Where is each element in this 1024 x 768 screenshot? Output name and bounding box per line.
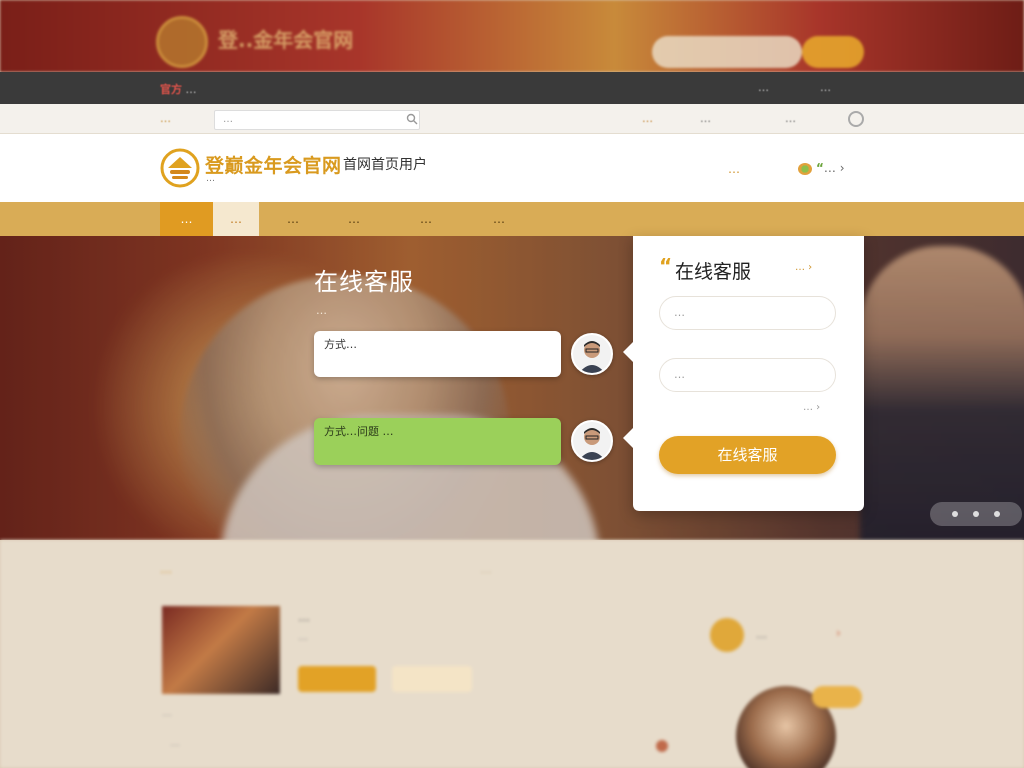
settings-icon[interactable] [848,111,864,127]
panel-title: 在线客服 [675,261,752,283]
utility-bar: … … … … … [0,104,1024,134]
article-line: … [170,738,180,749]
user-avatar [571,420,613,462]
banner-search-button[interactable] [802,36,864,68]
article-title[interactable]: … [298,610,310,624]
announcement-text: 官方 … [160,81,197,97]
panel-link[interactable]: … › [795,262,812,273]
banner-search-input[interactable] [652,36,802,68]
site-search-input[interactable]: … [214,110,420,130]
article-secondary-button[interactable] [392,666,472,692]
article-caption: … [162,708,172,719]
more-link-label: … [803,402,813,413]
util-link-1[interactable]: … [642,112,653,125]
nav-tab-3[interactable]: … [268,202,318,236]
chat-message-user: 方式…问题 … [314,418,561,465]
panel-link-label: … [795,262,805,273]
header-link-2[interactable]: “… › [816,161,845,175]
brand-logo-icon[interactable] [160,148,200,188]
nav-tab-6[interactable]: … [470,202,528,236]
section-title: … [160,562,172,576]
quote-icon: “ [659,254,673,278]
nav-tab-2[interactable]: … [213,202,259,236]
top-banner: 登..金年会官网 [0,0,1024,72]
support-panel: “ 在线客服 … › … … … › 在线客服 [623,236,864,511]
top-link-1[interactable]: … [758,81,769,94]
brand-suffix: 首网首页用户 [343,157,427,173]
nav-tab-5[interactable]: … [398,202,454,236]
hero-subtitle: … [316,304,327,317]
agent-avatar [571,333,613,375]
chevron-right-icon[interactable]: › [836,626,841,640]
header-link-1[interactable]: … [728,162,740,176]
panel-input-2[interactable]: … [659,358,836,392]
service-icon[interactable] [710,618,744,652]
main-nav: … … … … … … [0,202,1024,236]
hero-overlay [0,236,1024,540]
article-thumbnail[interactable] [162,606,280,694]
carousel-dot[interactable] [952,511,958,517]
carousel-dot[interactable] [973,511,979,517]
util-link-2[interactable]: … [700,112,711,125]
brand-subtitle: … [206,174,216,184]
announcement-prefix: 官方 [160,83,182,96]
article-primary-button[interactable] [298,666,376,692]
announcement-body: … [185,83,197,96]
search-icon[interactable] [406,113,418,125]
person-icon [573,422,611,460]
util-link-3[interactable]: … [785,112,796,125]
announcement-bar: 官方 … … … [0,72,1024,104]
carousel-dot[interactable] [994,511,1000,517]
notification-dot [656,740,668,752]
top-link-2[interactable]: … [820,81,831,94]
online-service-button[interactable]: 在线客服 [659,436,836,474]
site-header: 登巅金年会官网 首网首页用户 … … “… › [0,134,1024,202]
header-link-2-label: … [823,161,836,175]
panel-pointer [623,426,635,450]
nav-tab-1[interactable]: … [160,202,213,236]
wechat-icon[interactable] [798,163,812,175]
home-link[interactable]: … [160,112,171,125]
nav-tab-4[interactable]: … [326,202,382,236]
quote-mark: “ [816,161,824,175]
person-icon [573,335,611,373]
banner-logo-icon [156,16,208,68]
article-desc: … [298,632,308,643]
brand-name[interactable]: 登巅金年会官网 [205,151,342,178]
more-link[interactable]: … › [803,402,820,413]
portrait-badge [812,686,862,708]
panel-input-1[interactable]: … [659,296,836,330]
chat-message-agent: 方式… [314,331,561,377]
panel-pointer [623,340,635,364]
banner-logo-text: 登..金年会官网 [218,28,354,52]
carousel-dots[interactable] [930,502,1022,526]
service-text[interactable]: … [756,628,767,641]
hero-title: 在线客服 [314,268,414,296]
section-subtitle: … [480,562,492,576]
lower-content: … … … … … … … › [0,540,1024,768]
hero-banner: 在线客服 … [0,236,1024,540]
